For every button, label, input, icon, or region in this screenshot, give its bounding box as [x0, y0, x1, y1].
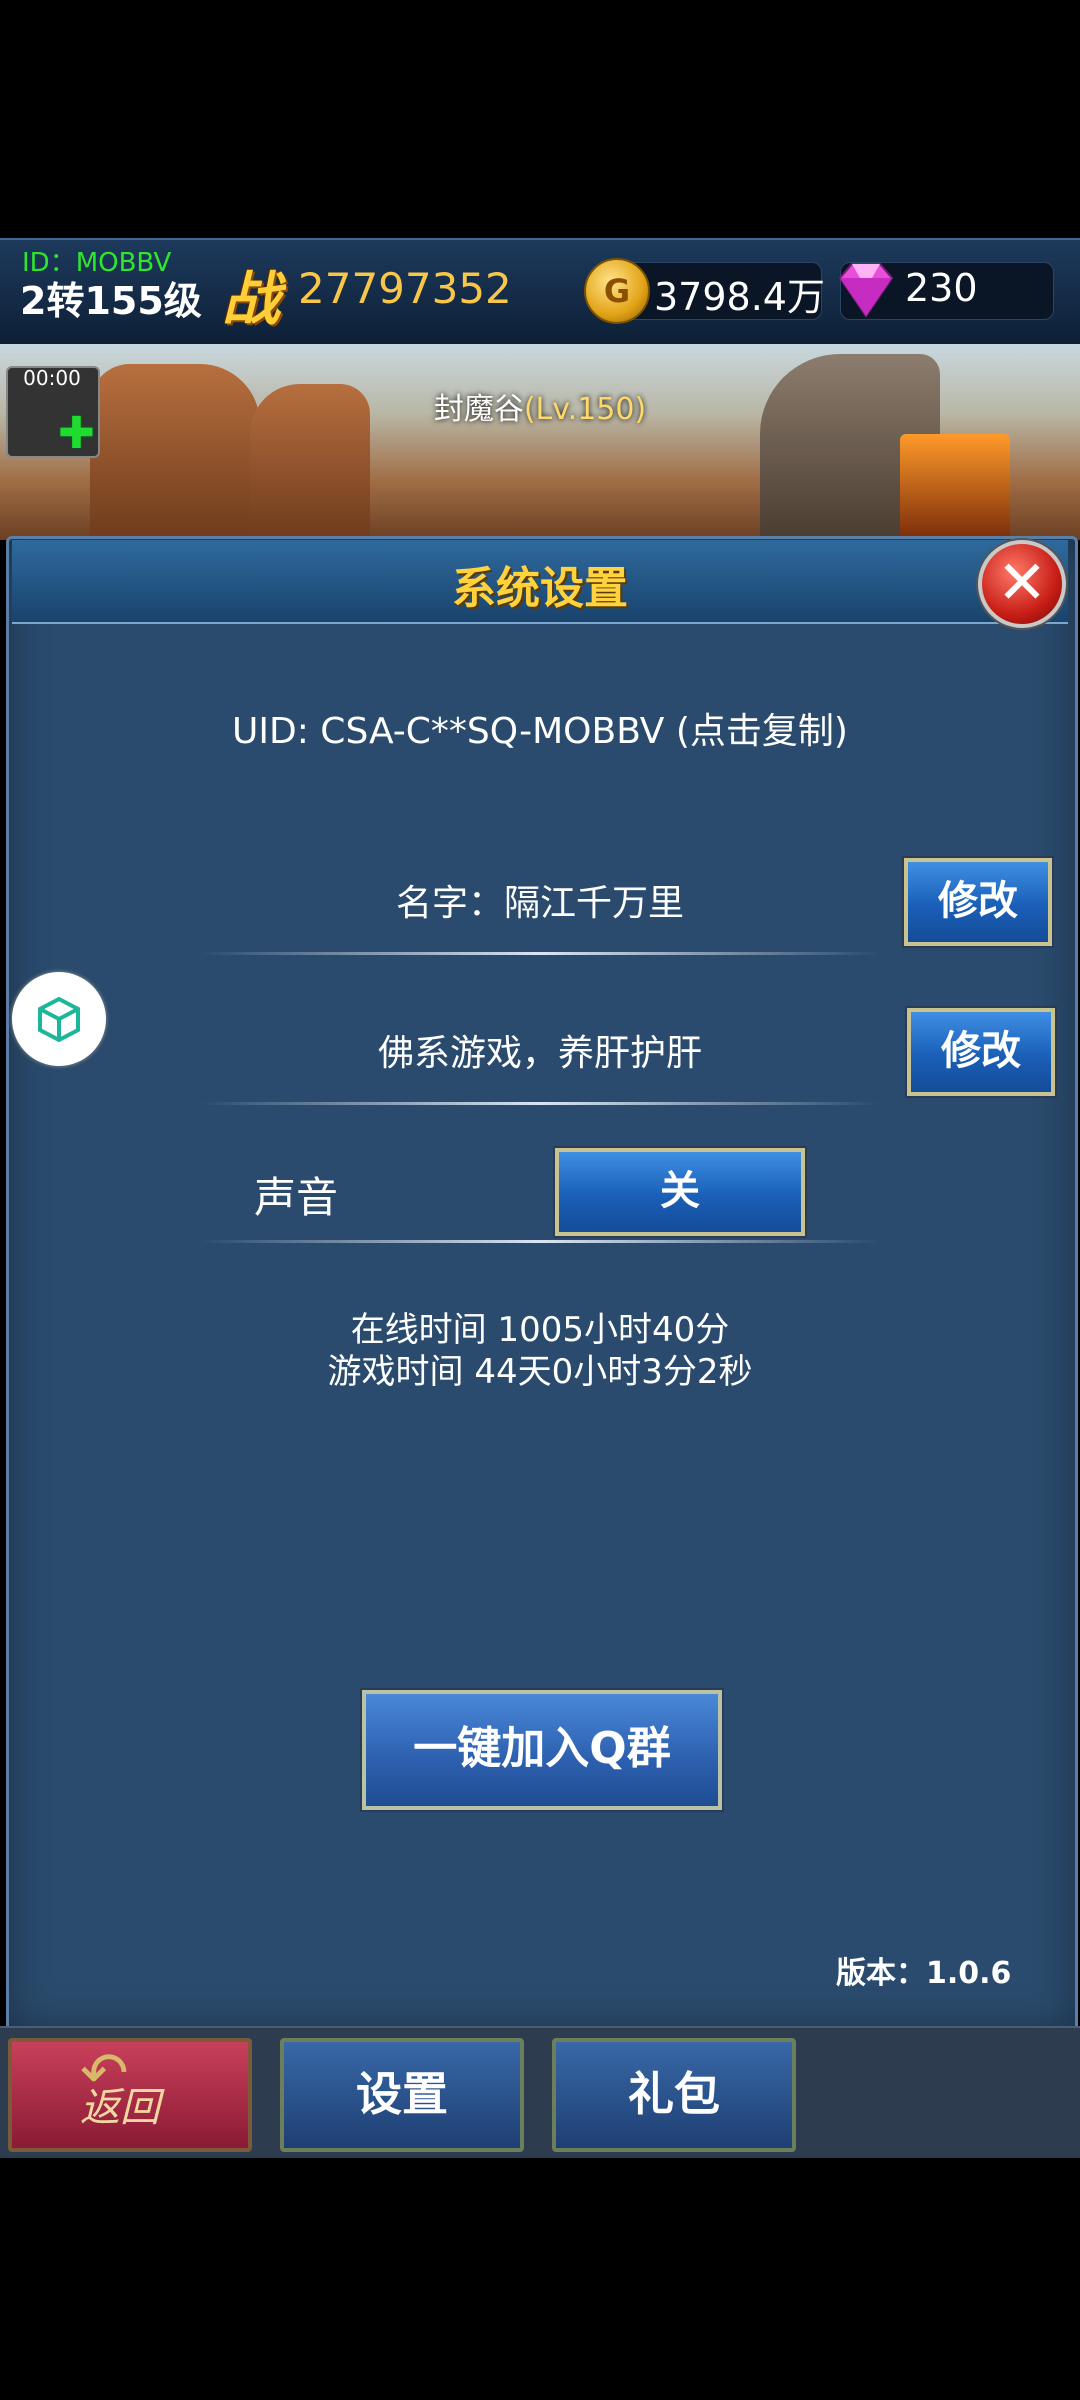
map-level: (Lv.150) [523, 392, 647, 427]
combat-power-value: 27797352 [298, 264, 512, 313]
play-time-text: 游戏时间 44天0小时3分2秒 [327, 1352, 753, 1392]
sound-toggle-button[interactable]: 关 [555, 1148, 805, 1236]
burning-pagoda [900, 434, 1010, 540]
close-icon[interactable]: ✕ [978, 540, 1066, 628]
player-name-label: 名字：隔江千万里 [396, 883, 685, 924]
version-text: 版本：1.0.6 [836, 1956, 1012, 1991]
divider [200, 1102, 880, 1105]
tab-settings[interactable]: 设置 [280, 2038, 524, 2152]
sound-label: 声音 [254, 1173, 339, 1222]
tab-gift-pack[interactable]: 礼包 [552, 2038, 796, 2152]
map-scene-banner [0, 344, 1080, 540]
player-level: 2转155级 [20, 279, 202, 323]
diamond-icon [838, 263, 894, 318]
back-label[interactable]: 返回 [80, 2088, 160, 2128]
motto-text: 佛系游戏，养肝护肝 [378, 1033, 703, 1074]
gold-amount: 3798.4万 [654, 275, 825, 319]
cube-icon[interactable] [36, 996, 82, 1042]
gold-coin-icon: G [584, 258, 650, 324]
divider [200, 1240, 880, 1243]
combat-power-icon: 战 [222, 265, 281, 333]
divider [200, 952, 880, 955]
panel-title: 系统设置 [452, 563, 628, 614]
gem-amount: 230 [905, 266, 978, 310]
map-name: 封魔谷(Lv.150) [0, 384, 1080, 428]
map-name-text: 封魔谷 [433, 392, 524, 427]
rename-button[interactable]: 修改 [904, 858, 1052, 946]
uid-copy-text[interactable]: UID: CSA-C**SQ-MOBBV (点击复制) [0, 702, 1080, 754]
motto-edit-button[interactable]: 修改 [907, 1008, 1055, 1096]
join-qq-group-button[interactable]: 一键加入Q群 [362, 1690, 722, 1810]
